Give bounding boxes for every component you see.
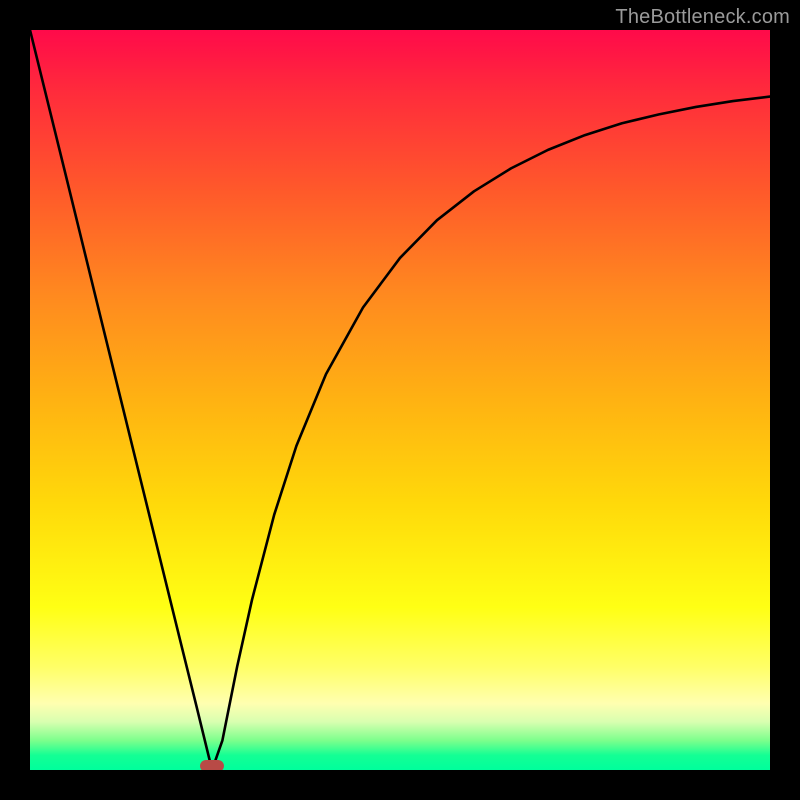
- chart-frame: TheBottleneck.com: [0, 0, 800, 800]
- watermark-text: TheBottleneck.com: [615, 6, 790, 29]
- minimum-marker: [200, 760, 224, 770]
- bottleneck-curve: [30, 30, 770, 770]
- plot-area: [30, 30, 770, 770]
- curve-layer: [30, 30, 770, 770]
